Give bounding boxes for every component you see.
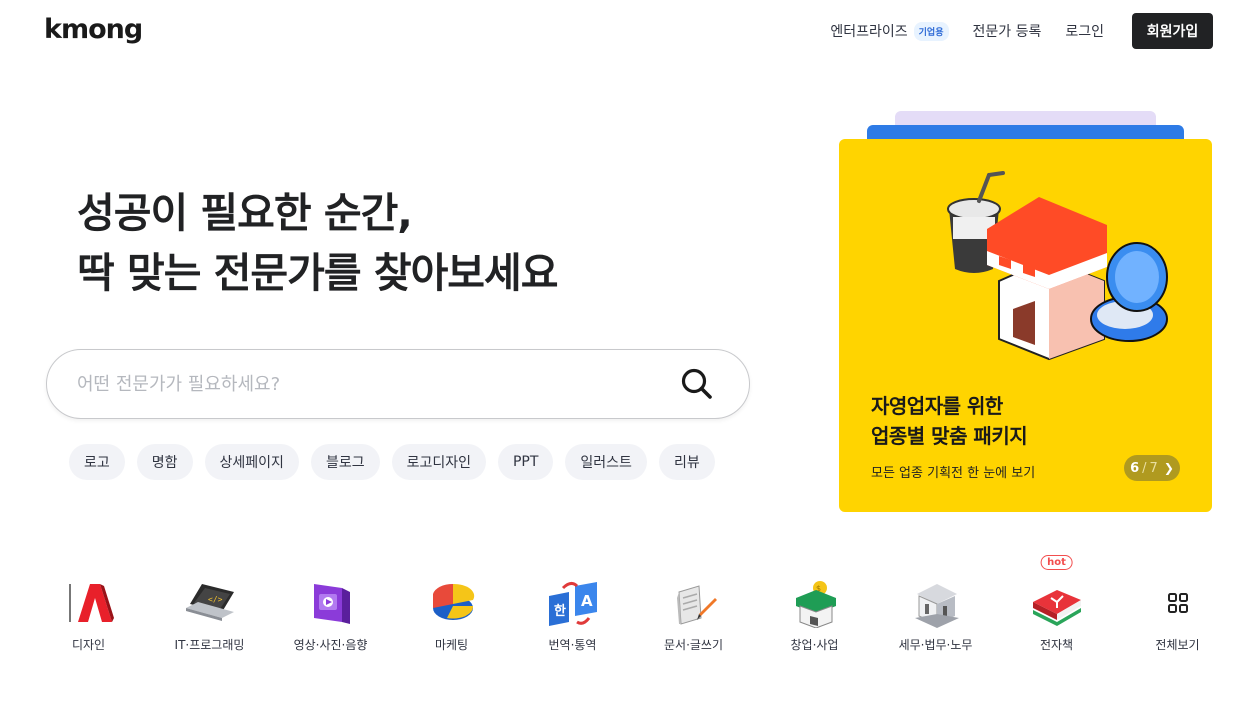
category-label: 문서·글쓰기: [663, 638, 723, 652]
keyword-chip[interactable]: 명함: [136, 444, 193, 480]
search-bar: [46, 349, 750, 419]
category-item[interactable]: hot 전자책: [996, 555, 1117, 653]
hero-title-line2: 딱 맞는 전문가를 찾아보세요: [77, 249, 558, 297]
pager-current: 6: [1130, 460, 1140, 476]
pager-total: 7: [1149, 460, 1158, 476]
svg-text:A: A: [581, 592, 593, 610]
promo-banner[interactable]: 자영업자를 위한 업종별 맞춤 패키지 모든 업종 기획전 한 눈에 보기 6 …: [839, 139, 1212, 512]
category-label: 전자책: [1039, 638, 1074, 652]
store-icon: $: [786, 574, 844, 632]
laptop-icon: </>: [181, 574, 239, 632]
category-label: 창업·사업: [790, 638, 839, 652]
category-item[interactable]: 영상·사진·음향: [270, 574, 391, 653]
category-item[interactable]: 전체보기: [1117, 574, 1238, 653]
category-label: 마케팅: [434, 638, 469, 652]
enterprise-label: 엔터프라이즈: [830, 24, 908, 40]
keyword-chip[interactable]: 상세페이지: [204, 444, 299, 480]
store-building-icon: [987, 197, 1107, 361]
category-item[interactable]: 디자인: [28, 574, 149, 653]
book-icon: [1028, 574, 1086, 632]
keyword-chip[interactable]: 로고: [69, 444, 125, 480]
hero-title: 성공이 필요한 순간, 딱 맞는 전문가를 찾아보세요: [77, 183, 558, 303]
category-item[interactable]: $ 창업·사업: [754, 574, 875, 653]
enterprise-badge: 기업용: [913, 21, 949, 41]
category-item[interactable]: 마케팅: [391, 574, 512, 653]
pie-chart-icon: [423, 574, 481, 632]
signup-button[interactable]: 회원가입: [1132, 13, 1213, 49]
keyword-chip[interactable]: PPT: [497, 444, 554, 480]
popular-keywords: 로고 명함 상세페이지 블로그 로고디자인 PPT 일러스트 리뷰: [69, 444, 727, 480]
category-label: 세무·법무·노무: [898, 638, 973, 652]
video-icon: [302, 574, 360, 632]
pager-separator: /: [1142, 460, 1147, 476]
category-label: IT·프로그래밍: [174, 638, 245, 652]
banner-title: 자영업자를 위한 업종별 맞춤 패키지: [871, 391, 1028, 451]
category-label: 영상·사진·음향: [293, 638, 368, 652]
design-icon: [60, 574, 118, 632]
keyword-chip[interactable]: 일러스트: [565, 444, 647, 480]
category-nav: 디자인 </> IT·프로그래밍 영상·사진·음향 마케팅 한 A 번역·통역 문서·글쓰기 $ 창…: [28, 555, 1238, 653]
category-label: 전체보기: [1155, 638, 1200, 652]
document-icon: [665, 574, 723, 632]
register-expert-link[interactable]: 전문가 등록: [973, 21, 1042, 41]
building-icon: [907, 574, 965, 632]
category-item[interactable]: 한 A 번역·통역: [512, 574, 633, 653]
category-item[interactable]: 문서·글쓰기: [633, 574, 754, 653]
banner-title-line1: 자영업자를 위한: [871, 394, 1003, 418]
hot-badge: hot: [1040, 555, 1073, 570]
banner-title-line2: 업종별 맞춤 패키지: [871, 424, 1028, 448]
banner-pager-button[interactable]: 6 / 7 ❯: [1124, 455, 1180, 481]
svg-text:한: 한: [554, 603, 566, 619]
grid-icon: [1149, 574, 1207, 632]
banner-subtitle: 모든 업종 기획전 한 눈에 보기: [871, 466, 1036, 481]
search-icon[interactable]: [679, 366, 715, 402]
category-item[interactable]: 세무·법무·노무: [875, 574, 996, 653]
hero-title-line1: 성공이 필요한 순간,: [77, 189, 413, 237]
keyword-chip[interactable]: 리뷰: [658, 444, 715, 480]
category-item[interactable]: </> IT·프로그래밍: [149, 574, 270, 653]
translate-icon: 한A: [544, 574, 602, 632]
enterprise-link[interactable]: 엔터프라이즈 기업용: [830, 21, 949, 41]
search-input[interactable]: [77, 350, 637, 418]
keyword-chip[interactable]: 로고디자인: [391, 444, 486, 480]
keyword-chip[interactable]: 블로그: [310, 444, 380, 480]
top-nav: 엔터프라이즈 기업용 전문가 등록 로그인 회원가입: [830, 13, 1213, 49]
category-label: 번역·통역: [548, 638, 597, 652]
category-label: 디자인: [71, 638, 106, 652]
kmong-logo[interactable]: kmong: [44, 14, 143, 45]
svg-text:</>: </>: [208, 595, 223, 604]
store-illustration: [947, 171, 1168, 361]
chevron-right-icon: ❯: [1163, 461, 1174, 475]
login-link[interactable]: 로그인: [1065, 21, 1104, 41]
